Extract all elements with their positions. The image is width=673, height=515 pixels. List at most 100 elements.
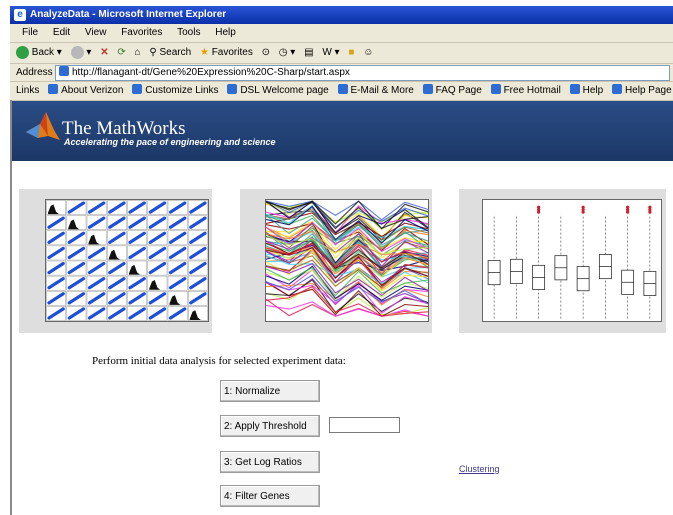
link-help[interactable]: Help bbox=[569, 84, 603, 96]
scatter-mark bbox=[128, 246, 146, 260]
scatter-mark bbox=[189, 292, 207, 305]
clustering-link[interactable]: Clustering bbox=[459, 464, 500, 474]
scatter-mark bbox=[128, 231, 146, 244]
media-icon[interactable]: ⊙ bbox=[262, 43, 270, 63]
favorites-label: Favorites bbox=[211, 47, 253, 58]
histogram-mark bbox=[108, 249, 125, 260]
scatter-mark bbox=[189, 246, 207, 260]
scatter-mark bbox=[108, 231, 126, 244]
scatter-mark bbox=[47, 277, 65, 290]
scatter-mark bbox=[67, 246, 86, 260]
link-about-verizon[interactable]: About Verizon bbox=[48, 84, 123, 96]
link-page-icon bbox=[611, 84, 622, 94]
scatter-mark bbox=[148, 231, 167, 244]
scatter-mark bbox=[168, 277, 187, 290]
scatter-mark bbox=[168, 231, 187, 244]
histogram-mark bbox=[149, 280, 166, 290]
scatter-mark bbox=[87, 201, 106, 214]
search-label: Search bbox=[159, 47, 192, 58]
scatter-mark bbox=[87, 216, 106, 229]
scatter-mark bbox=[67, 201, 86, 214]
scatter-mark bbox=[67, 231, 86, 244]
box-outlier bbox=[626, 205, 630, 209]
scatter-matrix-svg bbox=[46, 200, 208, 321]
scatter-mark bbox=[67, 261, 86, 275]
scatter-mark bbox=[148, 307, 167, 320]
histogram-mark bbox=[129, 264, 146, 275]
apply-threshold-button[interactable]: 2: Apply Threshold bbox=[220, 415, 320, 437]
scatter-mark bbox=[128, 201, 146, 214]
threshold-input[interactable] bbox=[329, 417, 400, 433]
scatter-mark bbox=[148, 216, 167, 229]
scatter-mark bbox=[148, 292, 167, 305]
print-icon[interactable]: ▤ bbox=[304, 43, 313, 63]
scatter-mark bbox=[148, 201, 167, 214]
window-border bbox=[10, 100, 12, 515]
star-icon: ★ bbox=[199, 47, 209, 58]
scatter-mark bbox=[189, 201, 207, 214]
link-page-icon bbox=[337, 84, 348, 94]
scatter-mark bbox=[148, 246, 167, 260]
normalize-button[interactable]: 1: Normalize bbox=[220, 380, 320, 402]
menu-file[interactable]: File bbox=[22, 27, 38, 38]
scatter-mark bbox=[168, 216, 187, 229]
histogram-mark bbox=[189, 310, 206, 320]
menu-edit[interactable]: Edit bbox=[53, 27, 70, 38]
scatter-mark bbox=[148, 261, 167, 275]
menu-tools[interactable]: Tools bbox=[177, 27, 200, 38]
refresh-icon[interactable]: ⟳ bbox=[117, 43, 125, 63]
forward-button[interactable]: ▾ bbox=[70, 43, 91, 63]
back-button[interactable]: Back ▾ bbox=[16, 43, 62, 63]
boxplot-figure bbox=[459, 189, 666, 333]
scatter-mark bbox=[189, 277, 207, 290]
histogram-mark bbox=[88, 234, 105, 245]
messenger-icon[interactable]: ☺ bbox=[363, 43, 373, 63]
scatter-mark bbox=[108, 307, 126, 320]
back-arrow-icon bbox=[16, 45, 29, 59]
histogram-mark bbox=[169, 295, 186, 305]
link-help-page[interactable]: Help Page bbox=[611, 84, 672, 96]
expression-profile-plot bbox=[265, 199, 429, 322]
menu-favorites[interactable]: Favorites bbox=[121, 27, 162, 38]
expression-profile-figure bbox=[240, 189, 432, 333]
scatter-mark bbox=[168, 246, 187, 260]
scatter-mark bbox=[87, 307, 106, 320]
address-input[interactable]: http://flanagant-dt/Gene%20Expression%20… bbox=[55, 65, 670, 81]
link-page-icon bbox=[422, 84, 433, 94]
history-icon[interactable]: ◷ ▾ bbox=[279, 43, 296, 63]
menu-help[interactable]: Help bbox=[215, 27, 236, 38]
scatter-mark bbox=[47, 307, 65, 320]
box-outlier bbox=[648, 205, 652, 209]
stop-icon[interactable]: ✕ bbox=[100, 43, 108, 63]
link-free-hotmail[interactable]: Free Hotmail bbox=[490, 84, 561, 96]
scatter-mark bbox=[47, 261, 65, 275]
scatter-mark bbox=[108, 261, 126, 275]
link-customize-links[interactable]: Customize Links bbox=[132, 84, 219, 96]
edit-icon[interactable]: W ▾ bbox=[322, 43, 339, 63]
expression-profile-svg bbox=[266, 200, 428, 317]
scatter-mark bbox=[47, 216, 65, 229]
box-outlier bbox=[581, 205, 585, 209]
filter-genes-button[interactable]: 4: Filter Genes bbox=[220, 485, 320, 507]
scatter-matrix-plot bbox=[45, 199, 209, 322]
address-bar: Address http://flanagant-dt/Gene%20Expre… bbox=[10, 64, 673, 82]
scatter-mark bbox=[189, 216, 207, 229]
folder-icon[interactable]: ■ bbox=[348, 43, 354, 63]
scatter-mark bbox=[67, 307, 86, 320]
home-icon[interactable]: ⌂ bbox=[135, 43, 141, 63]
search-button[interactable]: ⚲ Search bbox=[149, 43, 191, 63]
ie-app-icon: e bbox=[14, 9, 26, 21]
menu-view[interactable]: View bbox=[85, 27, 107, 38]
histogram-mark bbox=[48, 204, 65, 215]
link-email-more[interactable]: E-Mail & More bbox=[337, 84, 414, 96]
boxplot-plot bbox=[482, 199, 662, 322]
link-faq-page[interactable]: FAQ Page bbox=[422, 84, 482, 96]
scatter-mark bbox=[128, 307, 146, 320]
link-page-icon bbox=[132, 84, 143, 94]
address-url: http://flanagant-dt/Gene%20Expression%20… bbox=[72, 67, 350, 78]
link-dsl-welcome[interactable]: DSL Welcome page bbox=[227, 84, 329, 96]
get-log-ratios-button[interactable]: 3: Get Log Ratios bbox=[220, 451, 320, 473]
favorites-button[interactable]: ★ Favorites bbox=[200, 43, 253, 63]
scatter-mark bbox=[87, 246, 106, 260]
forward-arrow-icon bbox=[70, 45, 84, 59]
